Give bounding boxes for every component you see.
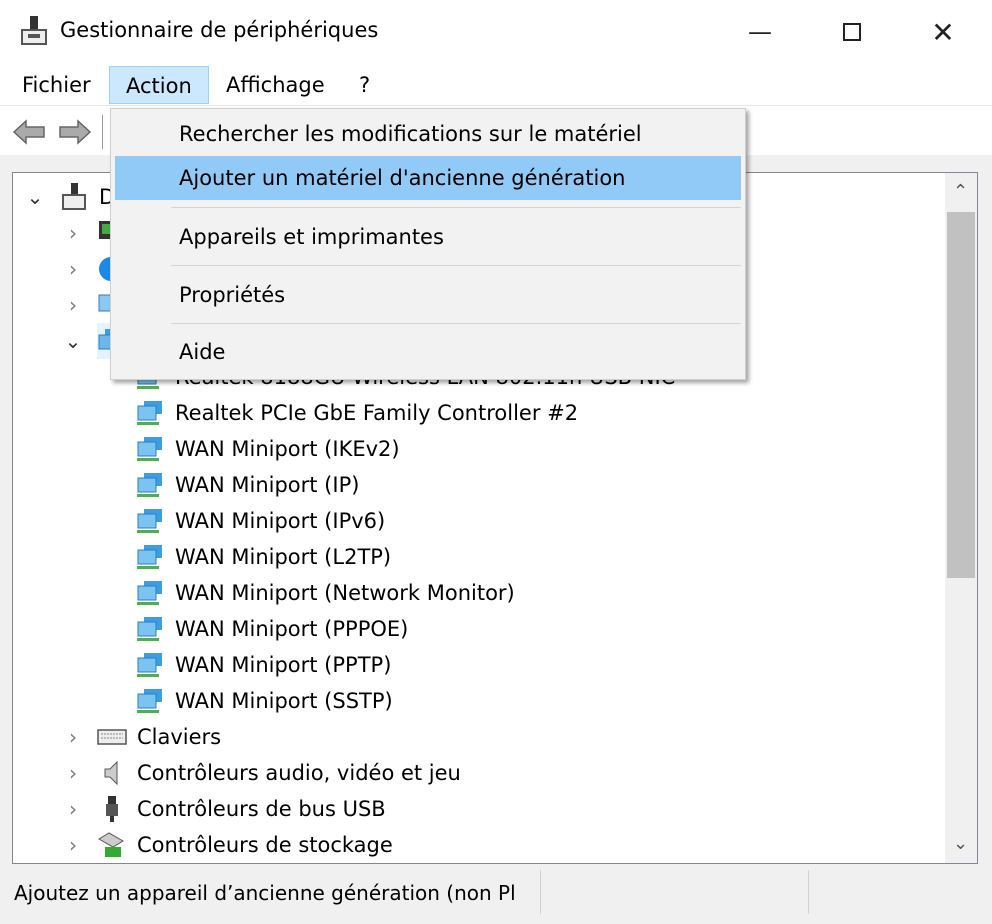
network-adapter-item[interactable]: WAN Miniport (SSTP) [135,683,393,719]
forward-arrow-icon[interactable] [58,119,92,145]
status-bar: Ajoutez un appareil d’ancienne génératio… [6,870,986,918]
menu-item-help[interactable]: Aide [115,330,741,374]
chevron-right-icon[interactable]: › [63,287,83,323]
device-label: WAN Miniport (PPTP) [175,653,392,677]
menu-fichier[interactable]: Fichier [8,66,105,104]
chevron-right-icon[interactable]: › [63,719,83,755]
chevron-right-icon[interactable]: › [63,791,83,827]
device-label: Realtek PCIe GbE Family Controller #2 [175,401,579,425]
keyboard-icon [97,729,127,745]
computer-root-icon [62,183,86,210]
status-text: Ajoutez un appareil d’ancienne génératio… [6,870,541,914]
title-bar: Gestionnaire de périphériques — ✕ [0,0,992,62]
menu-separator [171,207,741,208]
network-adapter-icon [137,545,162,569]
tree-root[interactable]: D [59,179,115,215]
network-adapter-icon [137,473,162,497]
menu-separator [171,265,741,266]
device-label: WAN Miniport (Network Monitor) [175,581,515,605]
usb-icon [106,796,118,822]
device-label: WAN Miniport (SSTP) [175,689,393,713]
menu-item-devices-printers[interactable]: Appareils et imprimantes [115,215,741,259]
status-pane-2 [541,870,809,914]
category-label: Claviers [137,725,222,749]
network-adapter-icon [137,509,162,533]
network-adapter-item[interactable]: WAN Miniport (IPv6) [135,503,385,539]
minimize-button[interactable]: — [737,12,783,52]
tree-category-item[interactable]: Claviers [97,719,221,755]
device-label: WAN Miniport (IPv6) [175,509,386,533]
chevron-right-icon[interactable]: › [63,755,83,791]
menu-action[interactable]: Action [109,66,209,104]
window-title: Gestionnaire de périphériques [60,18,379,42]
chevron-right-icon[interactable]: › [63,827,83,863]
network-adapter-icon [137,617,162,641]
network-adapter-item[interactable]: WAN Miniport (L2TP) [135,539,391,575]
menu-separator [171,323,741,324]
network-adapter-icon [137,653,162,677]
chevron-down-icon[interactable]: ⌄ [63,323,83,359]
device-manager-icon [21,16,47,45]
menu-help[interactable]: ? [345,66,384,104]
tree-category-item[interactable]: Contrôleurs audio, vidéo et jeu [97,755,461,791]
menu-item-properties[interactable]: Propriétés [115,273,741,317]
category-label: Contrôleurs de bus USB [137,797,386,821]
back-arrow-icon[interactable] [12,119,46,145]
scrollbar-thumb[interactable] [947,212,975,578]
tree-category-item[interactable]: Contrôleurs de bus USB [97,791,386,827]
device-label: WAN Miniport (L2TP) [175,545,392,569]
network-adapter-item[interactable]: WAN Miniport (Network Monitor) [135,575,515,611]
network-adapter-icon [137,437,162,461]
close-button[interactable]: ✕ [920,12,966,52]
menu-bar: Fichier Action Affichage ? [0,62,992,106]
network-adapter-item[interactable]: WAN Miniport (PPPOE) [135,611,408,647]
menu-affichage[interactable]: Affichage [212,66,339,104]
menu-item-add-legacy-hardware[interactable]: Ajouter un matériel d'ancienne génératio… [115,156,741,200]
network-adapter-item[interactable]: WAN Miniport (IKEv2) [135,431,400,467]
toolbar-divider [102,115,103,149]
maximize-button[interactable] [829,12,875,52]
category-label: Contrôleurs de stockage [137,833,393,857]
menu-item-scan-hardware[interactable]: Rechercher les modifications sur le maté… [115,112,741,156]
storage-controller-icon [98,832,124,857]
tree-category-item[interactable]: Contrôleurs de stockage [97,827,393,863]
network-adapter-item[interactable]: WAN Miniport (PPTP) [135,647,391,683]
speaker-icon [104,760,118,786]
chevron-down-icon[interactable]: ⌄ [25,179,45,215]
scroll-down-icon[interactable]: ⌄ [953,833,968,854]
status-pane-3 [809,870,986,914]
device-label: WAN Miniport (IKEv2) [175,437,400,461]
scroll-up-icon[interactable]: ⌃ [953,181,968,202]
network-adapter-item[interactable]: Realtek PCIe GbE Family Controller #2 [135,395,578,431]
chevron-right-icon[interactable]: › [63,251,83,287]
device-label: WAN Miniport (PPPOE) [175,617,409,641]
network-adapter-item[interactable]: WAN Miniport (IP) [135,467,359,503]
device-label: WAN Miniport (IP) [175,473,360,497]
category-label: Contrôleurs audio, vidéo et jeu [137,761,461,785]
network-adapter-icon [137,689,162,713]
network-adapter-icon [137,581,162,605]
action-context-menu: Rechercher les modifications sur le maté… [110,108,746,380]
network-adapter-icon [137,401,162,425]
chevron-right-icon[interactable]: › [63,215,83,251]
